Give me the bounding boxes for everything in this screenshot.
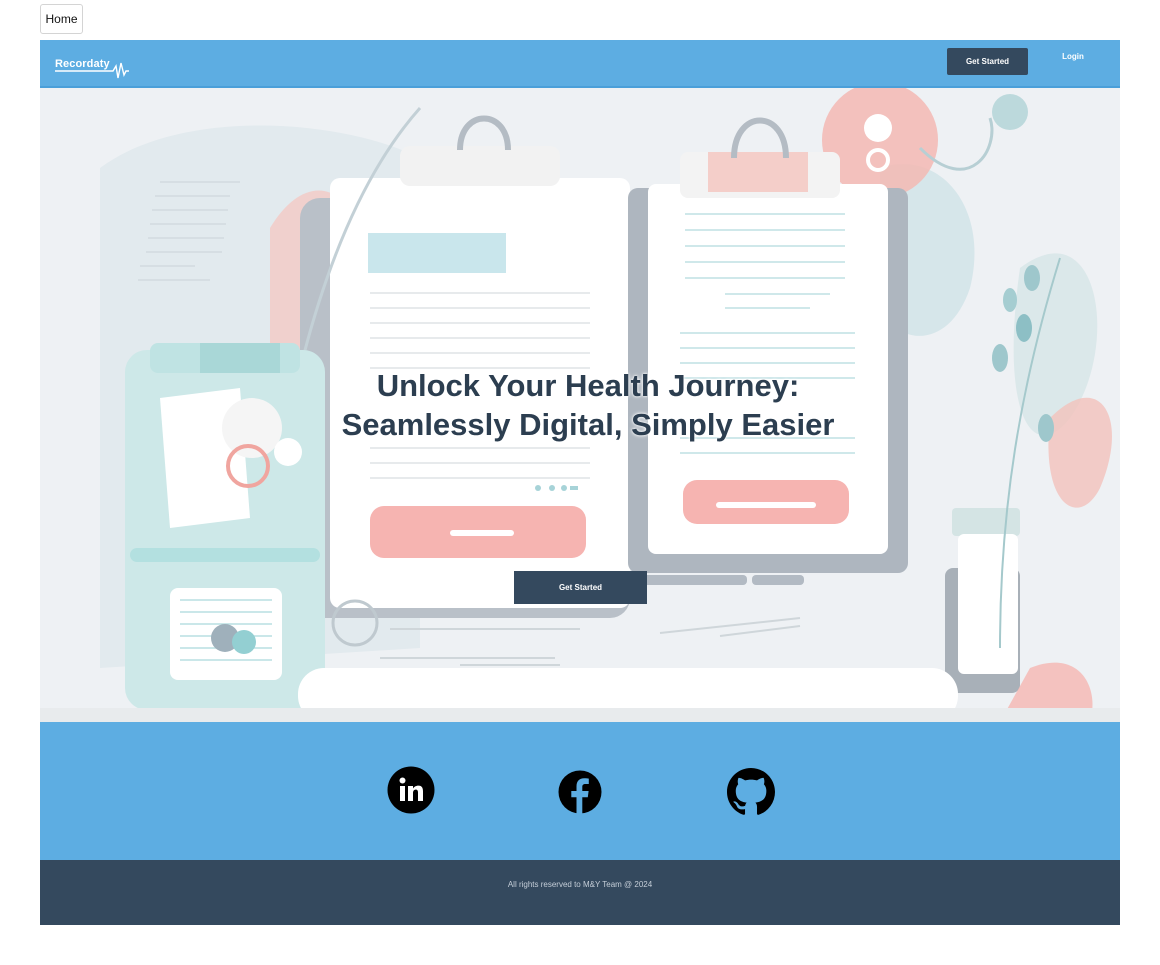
nav-get-started-button[interactable]: Get Started — [947, 48, 1028, 75]
hero-title: Unlock Your Health Journey: Seamlessly D… — [40, 366, 1120, 444]
facebook-icon — [558, 770, 602, 814]
github-link[interactable] — [727, 768, 775, 816]
hero-section: Unlock Your Health Journey: Seamlessly D… — [40, 88, 1120, 722]
footer: All rights reserved to M&Y Team @ 2024 — [40, 860, 1120, 925]
facebook-link[interactable] — [558, 770, 602, 814]
footer-copyright: All rights reserved to M&Y Team @ 2024 — [507, 880, 653, 889]
login-link[interactable]: Login — [1055, 52, 1091, 66]
heartbeat-icon — [55, 62, 129, 79]
hero-get-started-button[interactable]: Get Started — [514, 571, 647, 604]
linkedin-link[interactable] — [387, 766, 435, 814]
brand-logo[interactable]: Recordaty — [55, 53, 133, 81]
github-icon — [727, 768, 775, 815]
home-tab[interactable]: Home — [40, 4, 83, 34]
linkedin-icon — [387, 766, 435, 814]
hero-title-line-1: Unlock Your Health Journey: — [376, 368, 800, 403]
navbar: Recordaty Get Started Login — [40, 40, 1120, 88]
social-links — [40, 722, 1120, 860]
hero-title-line-2: Seamlessly Digital, Simply Easier — [341, 407, 835, 442]
page: Recordaty Get Started Login Unlock Your … — [40, 40, 1120, 925]
